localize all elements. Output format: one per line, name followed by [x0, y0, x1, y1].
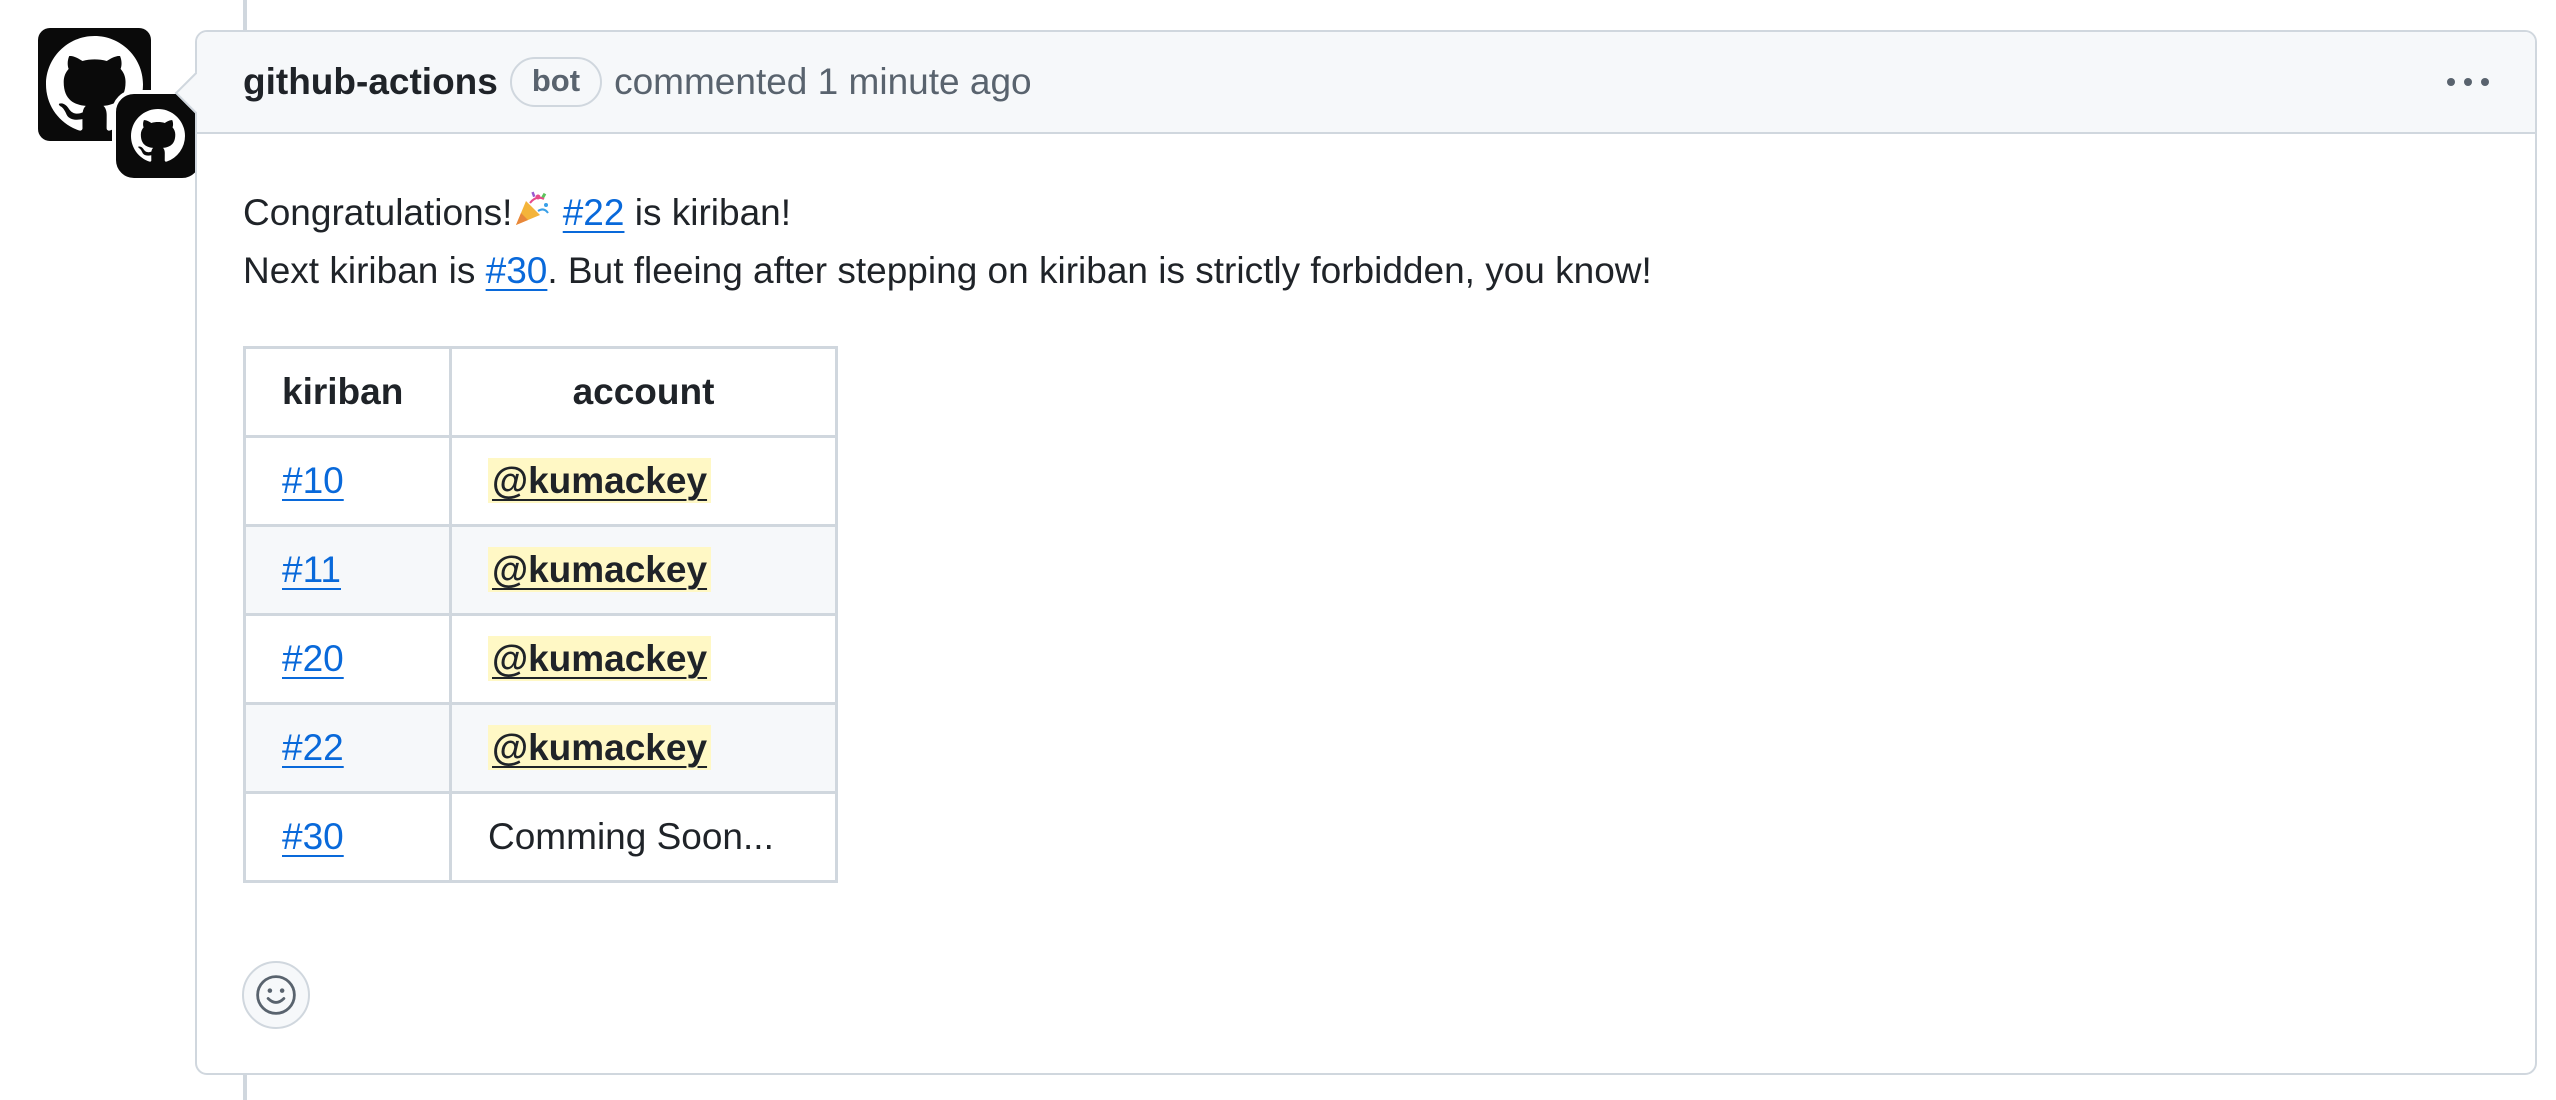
- congrats-text: Congratulations!: [243, 192, 513, 233]
- kiriban-table: kiriban account #10 @kumackey #11 @kumac…: [243, 346, 838, 883]
- table-row: #10 @kumackey: [243, 435, 838, 527]
- table-header-row: kiriban account: [243, 346, 838, 438]
- comment-timestamp[interactable]: commented 1 minute ago: [614, 61, 1032, 103]
- table-row: #11 @kumackey: [243, 524, 838, 616]
- github-mark-small-icon: [131, 109, 185, 162]
- avatar[interactable]: [38, 28, 204, 182]
- next-kiriban-text: Next kiriban is: [243, 250, 486, 291]
- table-row: #30 Comming Soon...: [243, 791, 838, 883]
- comment-header: github-actions bot commented 1 minute ag…: [197, 32, 2535, 134]
- user-mention[interactable]: @kumackey: [488, 725, 712, 770]
- add-reaction-button[interactable]: [242, 961, 310, 1029]
- kiriban-cell: #22: [243, 702, 452, 794]
- account-cell: @kumackey: [449, 435, 838, 527]
- user-mention[interactable]: @kumackey: [488, 547, 712, 592]
- kiriban-cell: #10: [243, 435, 452, 527]
- forbidden-text: . But fleeing after stepping on kiriban …: [547, 250, 1652, 291]
- kiriban-text: is kiriban!: [624, 192, 792, 233]
- account-cell: Comming Soon...: [449, 791, 838, 883]
- party-popper-icon: [516, 191, 550, 225]
- issue-link-22[interactable]: #22: [563, 192, 625, 233]
- account-cell: @kumackey: [449, 613, 838, 705]
- congrats-line: Congratulations! #22 is kiriban!: [243, 184, 2489, 242]
- kiriban-cell: #20: [243, 613, 452, 705]
- account-cell: @kumackey: [449, 702, 838, 794]
- issue-link-30[interactable]: #30: [486, 250, 548, 291]
- smiley-icon: [256, 975, 296, 1015]
- author-link[interactable]: github-actions: [243, 61, 498, 103]
- comment-body: Congratulations! #22 is kiriban! Next ki…: [197, 134, 2535, 883]
- issue-link[interactable]: #10: [282, 460, 344, 501]
- issue-link[interactable]: #11: [282, 549, 341, 590]
- account-cell: @kumackey: [449, 524, 838, 616]
- next-kiriban-line: Next kiriban is #30. But fleeing after s…: [243, 242, 2489, 300]
- user-mention[interactable]: @kumackey: [488, 458, 712, 503]
- table-row: #20 @kumackey: [243, 613, 838, 705]
- table-row: #22 @kumackey: [243, 702, 838, 794]
- header-kiriban: kiriban: [243, 346, 452, 438]
- kebab-menu-icon[interactable]: [2447, 78, 2489, 86]
- kiriban-cell: #30: [243, 791, 452, 883]
- issue-link[interactable]: #30: [282, 816, 344, 857]
- user-mention[interactable]: @kumackey: [488, 636, 712, 681]
- bot-badge: bot: [509, 57, 603, 107]
- issue-link[interactable]: #20: [282, 638, 344, 679]
- kiriban-cell: #11: [243, 524, 452, 616]
- issue-link[interactable]: #22: [282, 727, 344, 768]
- header-account: account: [449, 346, 838, 438]
- comment-box: github-actions bot commented 1 minute ag…: [174, 30, 2537, 1075]
